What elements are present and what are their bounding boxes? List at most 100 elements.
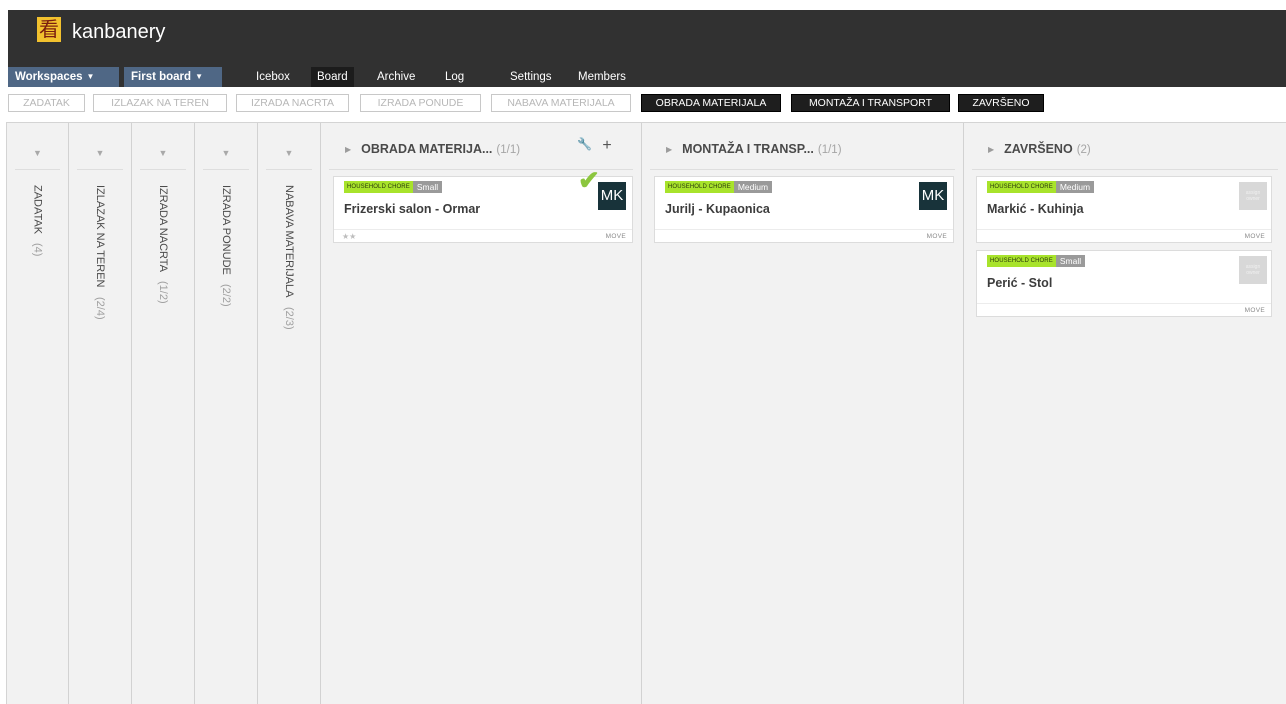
avatar[interactable]: MK <box>919 182 947 210</box>
card-footer: MOVE <box>977 229 1271 242</box>
filter-izrada-ponude[interactable]: IZRADA PONUDE <box>360 94 481 112</box>
collapsed-column-label: IZLAZAK NA TEREN (2/4) <box>94 185 106 319</box>
filter-zadatak[interactable]: ZADATAK <box>8 94 85 112</box>
column-count: (1/1) <box>817 144 842 156</box>
app-name[interactable]: kanbanery <box>72 20 165 44</box>
column-count: (2) <box>1076 144 1091 156</box>
divider <box>140 169 186 170</box>
task-type-badge: HOUSEHOLD CHORE <box>665 181 734 193</box>
move-link[interactable]: MOVE <box>1245 233 1265 240</box>
divider <box>15 169 60 170</box>
collapsed-column-nabava-materijala[interactable]: ▼ NABAVA MATERIJALA (2/3) <box>258 123 321 704</box>
logo-icon[interactable]: 看 <box>37 17 61 42</box>
collapsed-column-zadatak[interactable]: ▼ ZADATAK (4) <box>7 123 69 704</box>
board-dropdown-label: First board <box>131 71 192 83</box>
nav-log[interactable]: Log <box>445 67 464 87</box>
card-tags: HOUSEHOLD CHORE Medium <box>987 181 1095 193</box>
avatar[interactable]: MK <box>598 182 626 210</box>
divider <box>203 169 249 170</box>
column-tools: 🔧 + <box>577 137 612 155</box>
nav-settings[interactable]: Settings <box>510 67 552 87</box>
card-tags: HOUSEHOLD CHORE Medium <box>665 181 773 193</box>
collapse-triangle-icon[interactable]: ▶ <box>345 145 351 154</box>
nav-icebox[interactable]: Icebox <box>256 67 290 87</box>
move-link[interactable]: MOVE <box>1245 307 1265 314</box>
card-title[interactable]: Jurilj - Kupaonica <box>665 202 770 216</box>
column-header[interactable]: ▶ MONTAŽA I TRANSP... (1/1) <box>666 141 842 157</box>
divider <box>650 169 955 170</box>
workspaces-dropdown[interactable]: Workspaces ▼ <box>8 67 119 87</box>
collapsed-column-label: NABAVA MATERIJALA (2/3) <box>283 185 295 329</box>
workspaces-label: Workspaces <box>15 71 83 83</box>
card-footer: MOVE <box>655 229 953 242</box>
task-card[interactable]: HOUSEHOLD CHORE Small Perić - Stol assign… <box>976 250 1272 317</box>
task-card[interactable]: HOUSEHOLD CHORE Medium Markić - Kuhinja a… <box>976 176 1272 243</box>
divider <box>77 169 123 170</box>
kanban-board: ▼ ZADATAK (4) ▼ IZLAZAK NA TEREN (2/4) ▼… <box>6 122 1286 704</box>
collapsed-column-label: ZADATAK (4) <box>32 185 44 257</box>
column-title: ZAVRŠENO <box>1004 142 1073 156</box>
filter-nabava-materijala[interactable]: NABAVA MATERIJALA <box>491 94 631 112</box>
caret-down-icon: ▼ <box>86 72 95 81</box>
column-header[interactable]: ▶ ZAVRŠENO (2) <box>988 141 1091 157</box>
divider <box>266 169 312 170</box>
card-footer: ★★ MOVE <box>334 229 632 242</box>
add-card-icon[interactable]: + <box>602 137 611 154</box>
collapsed-column-izrada-nacrta[interactable]: ▼ IZRADA NACRTA (1/2) <box>132 123 195 704</box>
nav-board[interactable]: Board <box>311 67 354 87</box>
task-size-badge: Small <box>1055 255 1086 267</box>
nav-archive[interactable]: Archive <box>377 67 415 87</box>
nav-members[interactable]: Members <box>578 67 626 87</box>
collapsed-column-label: IZRADA NACRTA (1/2) <box>157 185 169 304</box>
filter-izlazak-na-teren[interactable]: IZLAZAK NA TEREN <box>93 94 227 112</box>
column-montaza-i-transport: ▶ MONTAŽA I TRANSP... (1/1) HOUSEHOLD CHOR… <box>642 123 964 704</box>
task-type-badge: HOUSEHOLD CHORE <box>344 181 413 193</box>
expand-arrow-icon[interactable]: ▼ <box>195 148 257 158</box>
task-size-badge: Medium <box>1055 181 1095 193</box>
board-dropdown[interactable]: First board ▼ <box>124 67 222 87</box>
expand-arrow-icon[interactable]: ▼ <box>69 148 131 158</box>
collapsed-column-izlazak-na-teren[interactable]: ▼ IZLAZAK NA TEREN (2/4) <box>69 123 132 704</box>
task-size-badge: Small <box>412 181 443 193</box>
filter-zavrseno[interactable]: ZAVRŠENO <box>958 94 1044 112</box>
card-title[interactable]: Frizerski salon - Ormar <box>344 202 480 216</box>
column-name: IZLAZAK NA TEREN <box>94 185 106 288</box>
assign-owner-placeholder[interactable]: assign owner <box>1239 182 1267 210</box>
task-type-badge: HOUSEHOLD CHORE <box>987 255 1056 267</box>
wrench-icon[interactable]: 🔧 <box>577 137 592 151</box>
column-count: (4) <box>31 243 44 257</box>
collapsed-column-label: IZRADA PONUDE (2/2) <box>220 185 232 307</box>
task-card[interactable]: HOUSEHOLD CHORE Medium Jurilj - Kupaonica… <box>654 176 954 243</box>
expand-arrow-icon[interactable]: ▼ <box>132 148 194 158</box>
filter-izrada-nacrta[interactable]: IZRADA NACRTA <box>236 94 349 112</box>
priority-stars-icon[interactable]: ★★ <box>342 232 356 241</box>
task-card[interactable]: HOUSEHOLD CHORE Small Frizerski salon - O… <box>333 165 633 243</box>
top-bar: 看 kanbanery Workspaces ▼ First board ▼ Ice… <box>8 10 1286 87</box>
column-obrada-materijala: ▶ OBRADA MATERIJA... (1/1) 🔧 + HOUSEHOLD C… <box>321 123 642 704</box>
column-name: NABAVA MATERIJALA <box>283 185 295 298</box>
assign-owner-placeholder[interactable]: assign owner <box>1239 256 1267 284</box>
column-count: (1/1) <box>496 144 521 156</box>
column-count: (2/3) <box>283 306 295 330</box>
move-link[interactable]: MOVE <box>606 233 626 240</box>
collapse-triangle-icon[interactable]: ▶ <box>988 145 994 154</box>
column-name: ZADATAK <box>31 185 44 235</box>
column-title: OBRADA MATERIJA... <box>361 142 493 156</box>
expand-arrow-icon[interactable]: ▼ <box>7 148 68 158</box>
card-title[interactable]: Perić - Stol <box>987 276 1052 290</box>
filter-montaza-i-transport[interactable]: MONTAŽA I TRANSPORT <box>791 94 950 112</box>
move-link[interactable]: MOVE <box>927 233 947 240</box>
column-count: (2/2) <box>220 283 232 307</box>
filter-obrada-materijala[interactable]: OBRADA MATERIJALA <box>641 94 781 112</box>
card-footer: MOVE <box>977 303 1271 316</box>
expand-arrow-icon[interactable]: ▼ <box>258 148 320 158</box>
collapse-triangle-icon[interactable]: ▶ <box>666 145 672 154</box>
column-name: IZRADA NACRTA <box>157 185 169 272</box>
card-title[interactable]: Markić - Kuhinja <box>987 202 1084 216</box>
card-tags: HOUSEHOLD CHORE Small <box>344 181 443 193</box>
column-count: (2/4) <box>94 296 106 320</box>
collapsed-column-izrada-ponude[interactable]: ▼ IZRADA PONUDE (2/2) <box>195 123 258 704</box>
column-header[interactable]: ▶ OBRADA MATERIJA... (1/1) <box>345 141 520 157</box>
column-title: MONTAŽA I TRANSP... <box>682 142 814 156</box>
kanbanery-page: 看 kanbanery Workspaces ▼ First board ▼ Ice… <box>0 0 1286 704</box>
